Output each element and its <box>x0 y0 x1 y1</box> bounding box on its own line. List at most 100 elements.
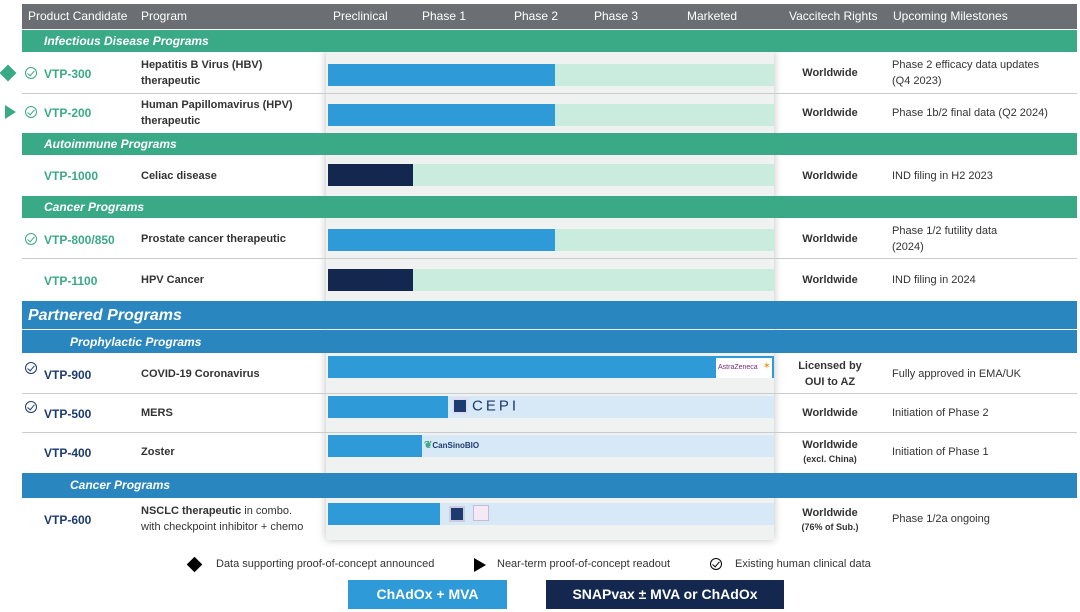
header-marketed: Marketed <box>687 9 738 23</box>
progress-track <box>328 396 774 418</box>
progress-track <box>328 104 774 126</box>
section-prophylactic: Prophylactic Programs <box>22 330 1077 353</box>
milestone-line-2: (2024) <box>892 241 924 253</box>
legend-triangle-label: Near-term proof-of-concept readout <box>497 558 671 570</box>
cepi-emblem-icon <box>452 398 468 415</box>
program-bold-part: NSCLC therapeutic <box>141 505 242 517</box>
program-line-1: Hepatitis B Virus (HBV) <box>141 59 263 71</box>
near-term-readout-triangle-icon <box>5 105 16 119</box>
program-name: Zoster <box>141 444 175 460</box>
milestone-line-1: Initiation of Phase 1 <box>892 446 989 458</box>
rights: Worldwide <box>802 170 858 182</box>
section-autoimmune-label: Autoimmune Programs <box>44 137 177 151</box>
milestone-line-2: (Q4 2023) <box>892 75 942 87</box>
progress-fill <box>328 503 440 525</box>
progress-track <box>328 164 774 186</box>
candidate-code: VTP-200 <box>44 106 92 120</box>
progress-fill <box>328 269 413 291</box>
progress-fill <box>328 435 422 457</box>
section-infectious-label: Infectious Disease Programs <box>44 34 209 48</box>
header-phase1: Phase 1 <box>422 9 467 23</box>
key-snapvax: SNAPvax ± MVA or ChAdOx <box>546 580 784 609</box>
milestone: Phase 1/2 futility data (2024) <box>892 223 1077 255</box>
table-header: Product Candidate Program Preclinical Ph… <box>22 4 1077 29</box>
candidate-code: VTP-900 <box>44 368 92 382</box>
legend-diamond-icon <box>186 556 203 573</box>
program-line-1: NSCLC therapeutic in combo. <box>141 503 326 519</box>
progress-fill <box>328 64 556 86</box>
section-autoimmune: Autoimmune Programs <box>22 133 1077 155</box>
program-line-1: COVID-19 Coronavirus <box>141 368 260 380</box>
milestone: Phase 2 efficacy data updates (Q4 2023) <box>892 57 1077 89</box>
clinical-data-check-icon <box>25 401 37 413</box>
rights-sub: (excl. China) <box>803 454 857 464</box>
partner-logo-icon <box>473 505 489 521</box>
program-name: HPV Cancer <box>141 272 204 288</box>
milestone-line-1: Initiation of Phase 2 <box>892 407 989 419</box>
program-line-1: MERS <box>141 407 173 419</box>
candidate-code: VTP-300 <box>44 67 92 81</box>
header-product-candidate: Product Candidate <box>28 9 128 23</box>
clinical-data-check-icon <box>25 233 37 245</box>
program-name: Prostate cancer therapeutic <box>141 231 286 247</box>
header-program: Program <box>141 9 188 23</box>
rights: Worldwide <box>802 107 858 119</box>
progress-fill <box>328 396 449 418</box>
progress-track <box>328 269 774 291</box>
clinical-data-check-icon <box>25 67 37 79</box>
program-line-2: with checkpoint inhibitor + chemo <box>141 521 304 533</box>
candidate-code: VTP-600 <box>44 513 92 527</box>
clinical-data-check-icon <box>25 362 37 374</box>
header-phase2: Phase 2 <box>514 9 559 23</box>
program-name: MERS <box>141 405 173 421</box>
program-line-2: therapeutic <box>141 75 201 87</box>
milestone-line-1: Phase 1/2 futility data <box>892 225 998 237</box>
section-cancer-label: Cancer Programs <box>44 200 145 214</box>
row-divider <box>22 393 1077 394</box>
key-chadox: ChAdOx + MVA <box>348 580 507 609</box>
progress-track <box>328 64 774 86</box>
milestone: IND filing in 2024 <box>892 272 1077 288</box>
legend-diamond-label: Data supporting proof-of-concept announc… <box>216 558 435 570</box>
milestone: Phase 1/2a ongoing <box>892 511 1077 527</box>
program-name: Celiac disease <box>141 168 217 184</box>
section-partner-cancer-label: Cancer Programs <box>70 478 171 492</box>
program-name: Human Papillomavirus (HPV) therapeutic <box>141 97 293 129</box>
candidate-code: VTP-1100 <box>44 274 98 288</box>
rights-line-1: Worldwide <box>802 507 858 519</box>
rights-line-1: Licensed by <box>798 360 862 372</box>
program-line-1: Celiac disease <box>141 170 217 182</box>
section-partnered: Partnered Programs <box>22 301 1077 329</box>
row-divider <box>22 432 1077 433</box>
rights: Worldwide <box>802 233 858 245</box>
rights-line-1: Worldwide <box>802 439 858 451</box>
progress-fill <box>328 164 413 186</box>
partner-emblem-icon <box>449 506 465 522</box>
candidate-code: VTP-400 <box>44 446 92 460</box>
program-line-1: Prostate cancer therapeutic <box>141 233 286 245</box>
milestone: Initiation of Phase 2 <box>892 405 1077 421</box>
milestone: Fully approved in EMA/UK <box>892 366 1077 382</box>
astrazeneca-burst-icon: ✶ <box>762 361 771 372</box>
row-divider <box>22 93 1077 94</box>
cepi-logo-text: CEPI <box>472 397 520 415</box>
astrazeneca-logo: AstraZeneca ✶ <box>716 358 772 378</box>
milestone: Initiation of Phase 1 <box>892 444 1077 460</box>
program-name: NSCLC therapeutic in combo. with checkpo… <box>141 503 326 535</box>
row-divider <box>22 258 1077 259</box>
milestone-line-1: Phase 1b/2 final data (Q2 2024) <box>892 107 1048 119</box>
progress-track <box>328 435 774 457</box>
progress-track <box>328 356 774 378</box>
rights: Worldwide <box>802 274 858 286</box>
milestone-line-1: Phase 2 efficacy data updates <box>892 59 1040 71</box>
legend-check-label: Existing human clinical data <box>735 558 871 570</box>
program-line-1: Human Papillomavirus (HPV) <box>141 99 293 111</box>
progress-fill <box>328 356 774 378</box>
program-line-1: Zoster <box>141 446 175 458</box>
rights: Worldwide (76% of Sub.) <box>780 505 880 533</box>
legend-triangle-icon <box>474 558 486 572</box>
rights: Worldwide (excl. China) <box>780 437 880 465</box>
progress-track <box>328 229 774 251</box>
rights-sub: (76% of Sub.) <box>801 522 859 532</box>
rights-line-2: OUI to AZ <box>804 376 856 388</box>
